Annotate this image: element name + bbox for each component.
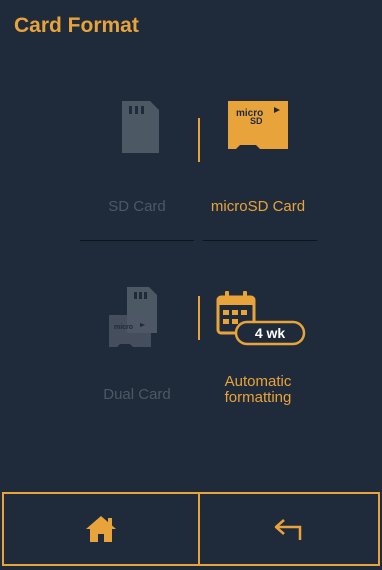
microsd-card-icon: micro SD xyxy=(228,101,288,149)
auto-format-badge: 4 wk xyxy=(255,325,286,341)
back-arrow-icon xyxy=(274,519,302,540)
svg-text:micro: micro xyxy=(114,324,133,331)
calendar-icon: 4 wk xyxy=(216,291,306,346)
dual-card-option[interactable]: micro Dual Card xyxy=(77,285,197,403)
sd-card-label: SD Card xyxy=(108,198,166,215)
microsd-card-option[interactable]: micro SD microSD Card xyxy=(198,93,318,215)
dual-card-label: Dual Card xyxy=(103,386,171,403)
microsd-card-underline xyxy=(203,240,317,241)
auto-format-label-line1: Automatic xyxy=(224,373,292,390)
sd-card-underline xyxy=(80,240,194,241)
auto-format-label-line2: formatting xyxy=(224,389,292,406)
auto-format-label: Automatic formatting xyxy=(198,374,318,406)
back-button[interactable] xyxy=(198,492,380,566)
sd-card-icon xyxy=(122,101,159,153)
svg-text:SD: SD xyxy=(250,116,263,126)
page-title: Card Format xyxy=(14,14,139,37)
auto-format-option[interactable]: 4 wk Automatic formatting xyxy=(198,285,318,406)
home-button[interactable] xyxy=(2,492,200,566)
bottom-bar xyxy=(0,492,382,570)
home-icon xyxy=(86,516,116,542)
sd-card-option[interactable]: SD Card xyxy=(77,93,197,215)
dual-card-icon: micro xyxy=(109,287,157,347)
microsd-card-label: microSD Card xyxy=(210,198,306,215)
